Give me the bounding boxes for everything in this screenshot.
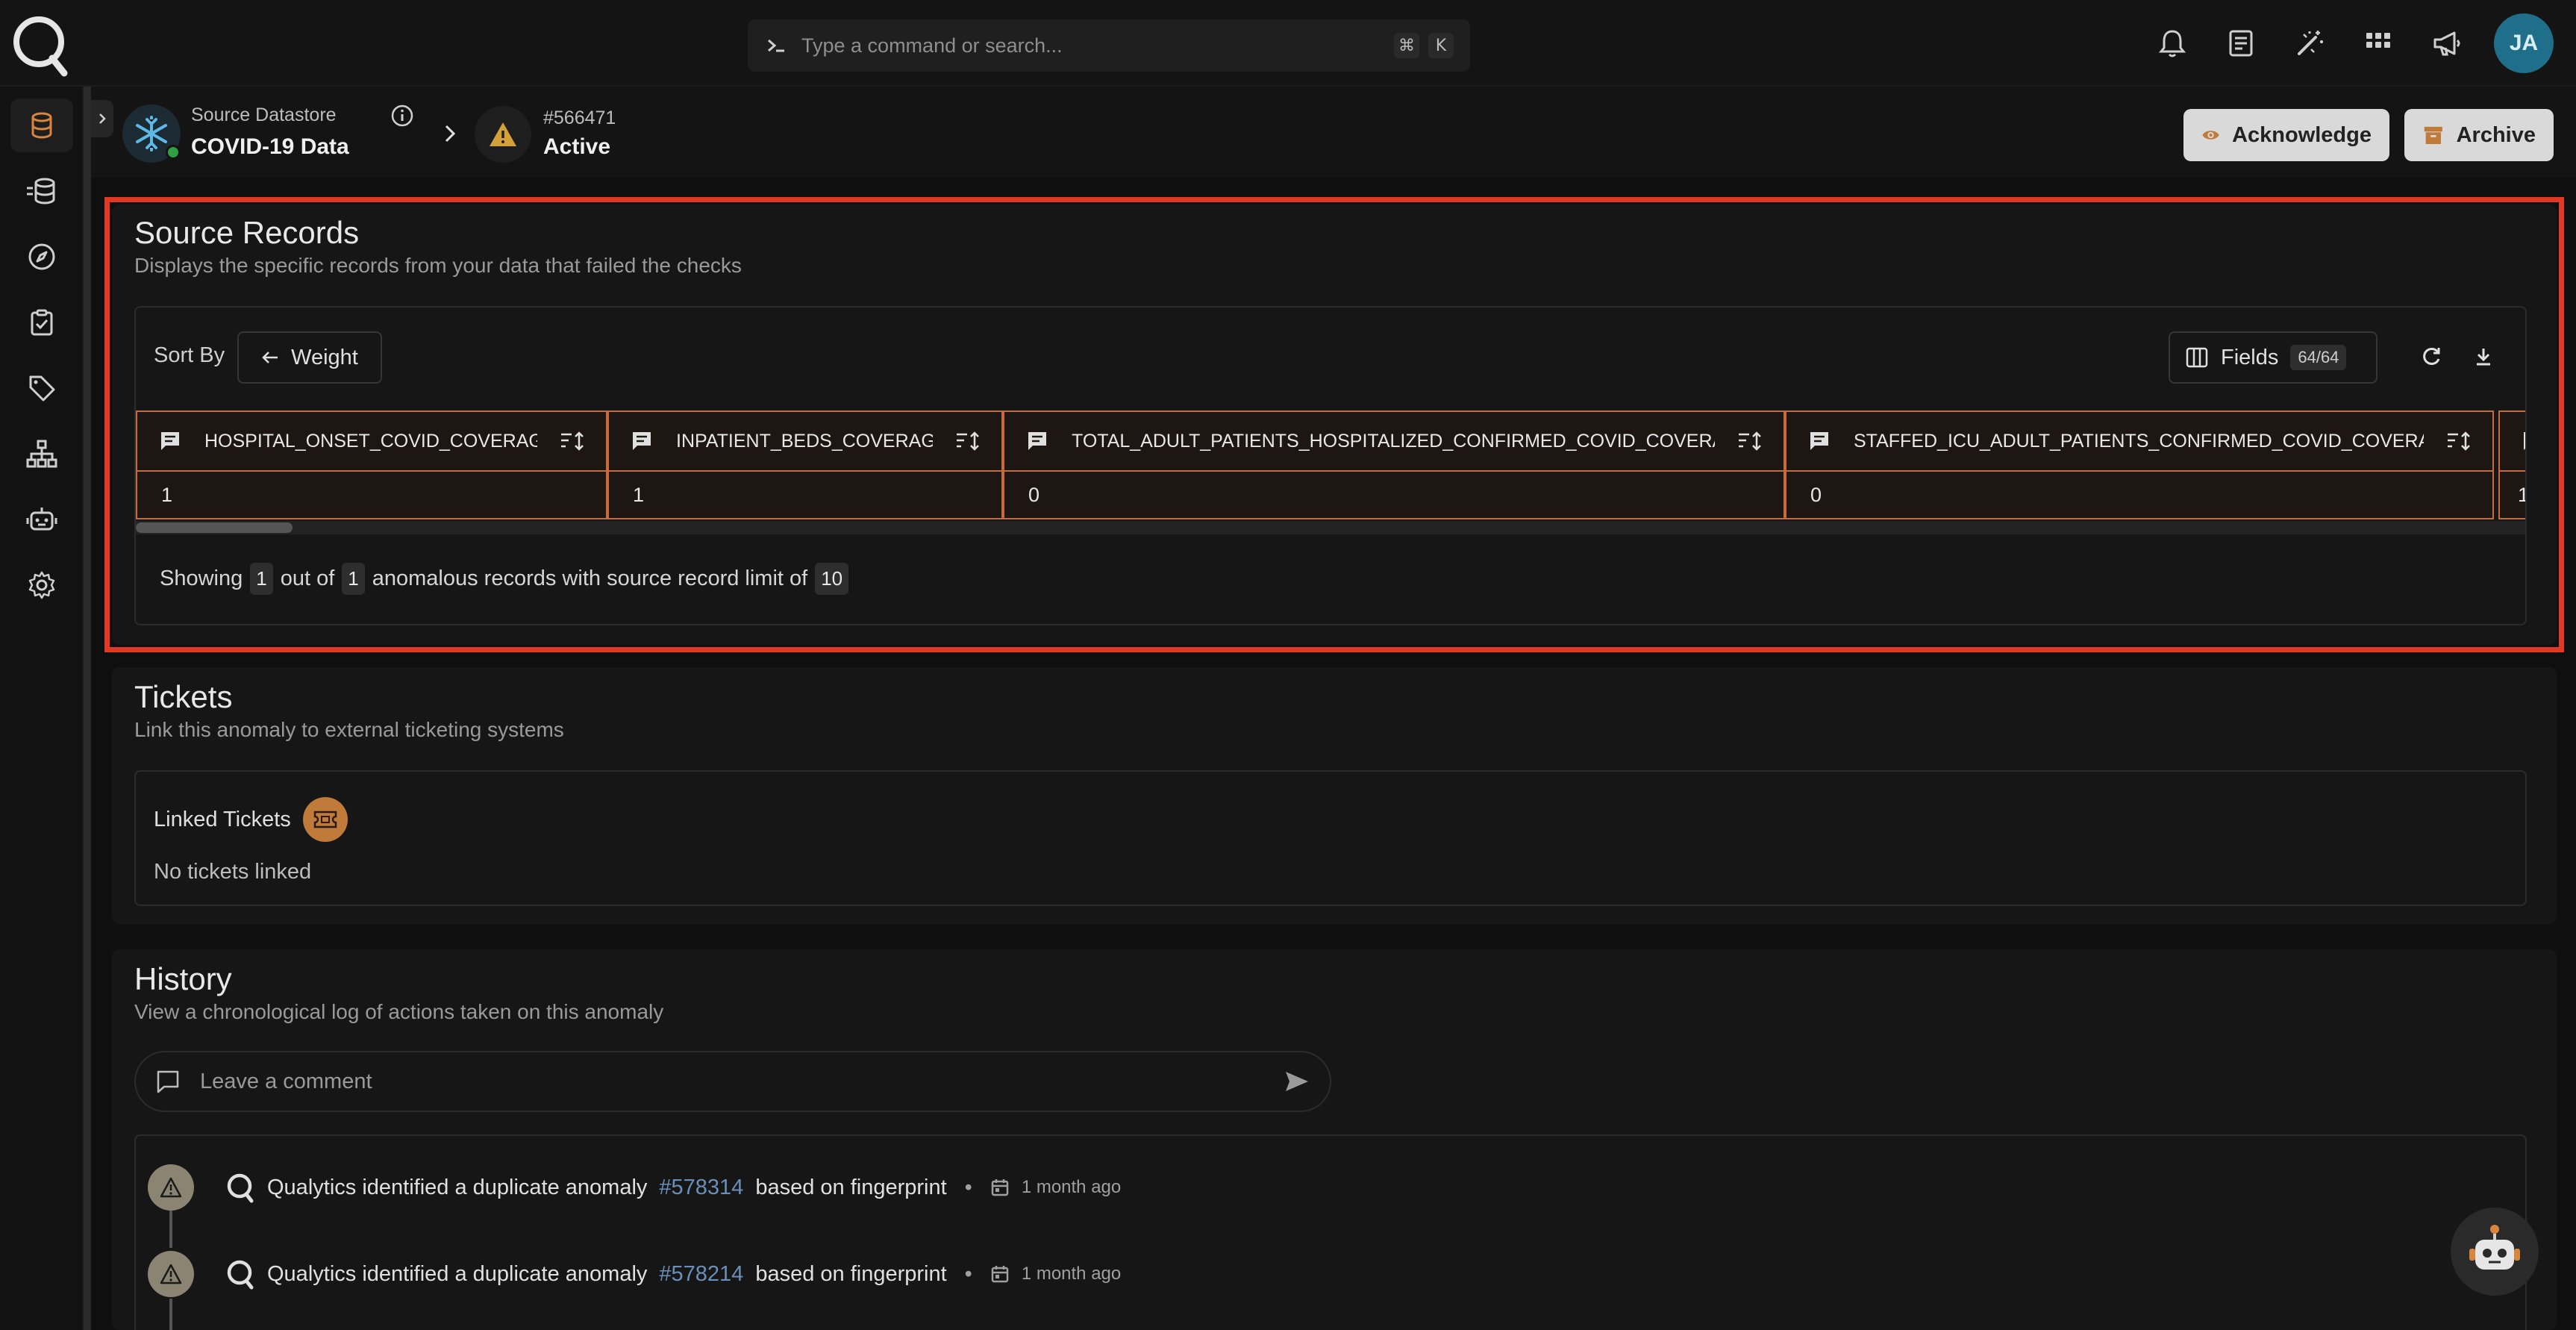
search-input[interactable] (801, 34, 1385, 57)
ticket-icon[interactable] (302, 797, 348, 842)
timeline-connector (169, 1299, 172, 1330)
gear-icon (28, 571, 55, 599)
history-subtitle: View a chronological log of actions take… (134, 1000, 664, 1023)
clipboard-check-icon (31, 309, 53, 336)
event-time: 1 month ago (1021, 1177, 1122, 1197)
history-event: Qualytics identified a duplicate anomaly… (148, 1251, 1121, 1297)
info-icon[interactable] (390, 103, 415, 128)
shortcut-key-cmd: ⌘ (1394, 33, 1419, 58)
compass-icon (28, 243, 55, 270)
archive-label: Archive (2456, 122, 2536, 147)
megaphone-icon[interactable] (2425, 22, 2469, 65)
sidebar-divider (84, 87, 91, 1330)
highlight-outline (104, 197, 2564, 652)
linked-tickets-panel: Linked Tickets No tickets linked (134, 770, 2527, 906)
history-event: Qualytics identified a duplicate anomaly… (148, 1164, 1121, 1211)
anomaly-link[interactable]: #578314 (659, 1176, 743, 1200)
magic-wand-icon[interactable] (2288, 22, 2331, 65)
calendar-icon (991, 1179, 1009, 1196)
top-bar: ⌘ K JA (0, 0, 2576, 87)
chat-bubble-icon (157, 1070, 179, 1093)
datastore-label: Source Datastore (191, 104, 337, 125)
event-text: Qualytics identified a duplicate anomaly (267, 1261, 648, 1286)
eye-icon (2202, 131, 2219, 140)
acknowledge-button[interactable]: Acknowledge (2183, 109, 2389, 161)
document-icon[interactable] (2219, 22, 2263, 65)
tickets-card: Tickets Link this anomaly to external ti… (112, 667, 2557, 924)
assistant-bot-button[interactable] (2451, 1208, 2539, 1296)
sidebar-item-tags[interactable] (10, 361, 73, 415)
connection-status-dot (166, 145, 181, 160)
user-avatar[interactable]: JA (2494, 13, 2554, 73)
robot-icon (26, 508, 57, 531)
event-text: Qualytics identified a duplicate anomaly (267, 1175, 648, 1199)
sidebar (0, 87, 84, 1330)
breadcrumb-chevron-icon (445, 125, 456, 143)
shortcut-key-k: K (1428, 33, 1454, 58)
anomaly-id: #566471 (543, 107, 616, 128)
sidebar-item-agents[interactable] (10, 493, 73, 546)
anomaly-header: Source Datastore COVID-19 Data #566471 A… (91, 87, 2576, 178)
comment-input[interactable] (200, 1069, 1264, 1094)
robot-assistant-icon (2469, 1225, 2520, 1270)
tag-icon (29, 375, 55, 402)
datastores-stack-icon (27, 178, 55, 205)
hierarchy-icon (26, 440, 57, 468)
anomaly-status: Active (543, 134, 611, 159)
warning-icon (148, 1251, 194, 1297)
qualytics-logo-icon (227, 1173, 254, 1203)
comment-box[interactable] (134, 1051, 1331, 1112)
chevron-right-icon (99, 113, 106, 124)
sidebar-item-settings[interactable] (10, 558, 73, 612)
database-icon (31, 112, 52, 139)
sidebar-item-lineage[interactable] (10, 427, 73, 481)
snowflake-datastore-icon[interactable] (122, 104, 181, 163)
terminal-prompt-icon (768, 39, 784, 52)
datastore-name[interactable]: COVID-19 Data (191, 134, 349, 160)
qualytics-logo-icon (227, 1260, 254, 1290)
bell-icon[interactable] (2151, 22, 2194, 65)
separator-dot: • (964, 1261, 972, 1286)
sidebar-item-explore[interactable] (10, 230, 73, 284)
calendar-icon (991, 1266, 1009, 1283)
warning-icon (148, 1164, 194, 1211)
sidebar-item-enrichment[interactable] (10, 164, 73, 218)
tickets-subtitle: Link this anomaly to external ticketing … (134, 718, 564, 741)
history-title: History (134, 961, 232, 996)
send-icon[interactable] (1284, 1069, 1310, 1094)
no-tickets-text: No tickets linked (154, 860, 312, 884)
archive-button[interactable]: Archive (2404, 109, 2554, 161)
qualytics-logo[interactable] (10, 9, 69, 78)
anomaly-warning-icon (475, 106, 531, 163)
sidebar-item-datastores[interactable] (10, 99, 73, 152)
tickets-title: Tickets (134, 679, 233, 714)
acknowledge-label: Acknowledge (2232, 122, 2372, 147)
sidebar-item-checks[interactable] (10, 296, 73, 349)
expand-sidebar-button[interactable] (91, 100, 113, 137)
anomaly-link[interactable]: #578214 (659, 1262, 743, 1287)
timeline-connector (169, 1211, 172, 1248)
apps-grid-icon[interactable] (2357, 22, 2400, 65)
event-time: 1 month ago (1021, 1264, 1122, 1284)
event-suffix: based on fingerprint (755, 1261, 947, 1286)
linked-tickets-label: Linked Tickets (154, 807, 291, 831)
separator-dot: • (964, 1175, 972, 1199)
archive-box-icon (2424, 126, 2442, 145)
event-suffix: based on fingerprint (755, 1175, 947, 1199)
command-search[interactable]: ⌘ K (748, 19, 1470, 72)
